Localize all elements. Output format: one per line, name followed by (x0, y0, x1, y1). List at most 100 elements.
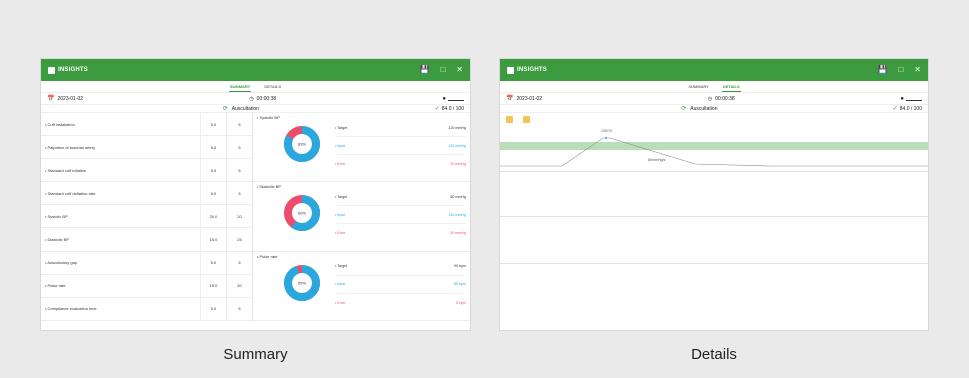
legend-input-value: 85 bpm (454, 282, 466, 287)
score-value: 84.0 / 100 (441, 105, 464, 112)
legend-error-label: • Error (335, 300, 346, 305)
grid-line (500, 171, 928, 172)
check-icon: ✓ (434, 106, 440, 112)
time-value: 00:00:38 (256, 95, 277, 102)
tab-details[interactable]: DETAILS (263, 82, 282, 91)
row-name: • Systolic BP (45, 213, 68, 219)
chart-block: • Diastolic BP 60% • Target 80 mmHg • Inp… (253, 182, 470, 252)
pressure-curve (500, 137, 928, 167)
app-logo-icon (48, 66, 55, 74)
table-row: • Auscultatory gap 5.0 5 (41, 251, 252, 275)
title-bar: INSIGHTS 💾 □ ✕ (500, 59, 928, 81)
user-selector[interactable]: ● (442, 96, 464, 102)
legend-error-value: 30 mmHg (450, 231, 466, 236)
clock-icon: ◷ (707, 95, 713, 102)
app-title-text: INSIGHTS (58, 67, 88, 73)
row-value: 5.0 (200, 159, 226, 182)
tab-summary[interactable]: SUMMARY (687, 82, 710, 91)
donut-percent: 95% (298, 280, 306, 285)
row-value: 5.0 (200, 113, 226, 136)
row-value: 19.0 (200, 274, 226, 297)
table-row: • Systolic BP 20.0 20 (41, 205, 252, 229)
table-row: • Palpation of brachial artery 5.0 5 (41, 136, 252, 160)
chart-block: • Systolic BP 83% • Target 120 mmHg • Inp… (253, 113, 470, 183)
details-caption: Details (691, 346, 737, 363)
row-name: • Standard cuff inflation (45, 167, 87, 173)
clock-icon: ◷ (249, 95, 254, 102)
table-row: • Standard cuff deflation rate 5.0 5 (41, 182, 252, 206)
close-icon[interactable]: ✕ (914, 66, 921, 74)
user-selector[interactable]: ● (900, 96, 922, 102)
tab-summary[interactable]: SUMMARY (228, 82, 252, 92)
donut-chart: 95% (284, 264, 320, 301)
refresh-icon: ⟳ (222, 106, 228, 112)
table-row: • Cuff installation 5.0 5 (41, 113, 252, 137)
row-name: • Standard cuff deflation rate (45, 190, 96, 196)
peak-label: 130/70 (601, 129, 612, 133)
user-name-field[interactable] (906, 97, 922, 101)
tab-bar: SUMMARY DETAILS (500, 81, 928, 92)
legend-error-label: • Error (335, 162, 346, 166)
title-bar: INSIGHTS 💾 □ ✕ (41, 59, 470, 81)
legend-target-label: • Target (335, 264, 348, 269)
curve-label: 80mmHg/s (648, 158, 666, 162)
chart-column: • Systolic BP 83% • Target 120 mmHg • Inp… (253, 113, 470, 321)
close-icon[interactable]: ✕ (456, 66, 463, 74)
chart-legend: • Target 120 mmHg • Input 120 mmHg • Error… (335, 119, 466, 173)
date-value: 2023-01-02 (516, 95, 543, 102)
chart-legend: • Target 80 mmHg • Input 110 mmHg • Error 3… (335, 188, 466, 242)
donut-percent: 60% (298, 211, 306, 216)
mode-row: ⟳ Auscultation ✓ 84.0 / 100 (41, 104, 470, 113)
tab-details[interactable]: DETAILS (721, 82, 741, 92)
legend-error-label: • Error (335, 231, 346, 236)
peak-point (605, 137, 607, 139)
score-table: • Cuff installation 5.0 5 • Palpation of b… (41, 113, 253, 321)
chart-block: • Pulse rate 95% • Target 90 bpm • Input 8… (253, 252, 470, 321)
row-name: • Auscultatory gap (45, 260, 78, 266)
row-name: • Pulse rate (45, 283, 66, 289)
chart-legend: • Target 90 bpm • Input 85 bpm • Error 5 bp… (335, 258, 466, 312)
event-markers (500, 113, 928, 126)
event-marker-icon[interactable] (523, 116, 530, 123)
row-value: 5.0 (200, 297, 226, 320)
summary-caption: Summary (223, 346, 288, 363)
row-max: 5 (226, 182, 252, 205)
details-window: INSIGHTS 💾 □ ✕ SUMMARY DETAILS 📅 2023-01… (499, 58, 929, 331)
legend-input-label: • Input (335, 212, 346, 217)
calendar-icon: 📅 (47, 96, 55, 102)
grid-line (500, 216, 928, 217)
summary-window: INSIGHTS 💾 □ ✕ SUMMARY DETAILS 📅 2023-01… (40, 58, 471, 331)
row-max: 25 (226, 228, 252, 251)
user-icon: ● (442, 95, 446, 102)
row-name: • Diastolic BP (45, 237, 70, 243)
row-max: 5 (226, 297, 252, 320)
save-icon[interactable]: 💾 (877, 66, 887, 74)
donut-chart: 83% (284, 126, 320, 162)
row-max: 5 (226, 159, 252, 182)
legend-input-label: • Input (335, 143, 346, 148)
table-row: • Standard cuff inflation 5.0 5 (41, 159, 252, 183)
legend-target-value: 80 mmHg (450, 194, 466, 199)
legend-target-label: • Target (335, 125, 348, 130)
legend-target-label: • Target (335, 194, 348, 199)
date-value: 2023-01-02 (57, 95, 84, 102)
save-icon[interactable]: 💾 (419, 66, 429, 74)
app-title: INSIGHTS (507, 66, 547, 74)
timeline-chart: 130/70 80mmHg/s (500, 126, 928, 326)
row-value: 20.0 (200, 205, 226, 228)
event-marker-icon[interactable] (506, 116, 513, 123)
row-name: • Compliance evaluation time (45, 306, 97, 312)
window-icon[interactable]: □ (440, 66, 445, 74)
app-logo-icon (507, 66, 514, 74)
legend-input-value: 120 mmHg (448, 143, 466, 148)
window-icon[interactable]: □ (898, 66, 903, 74)
donut-percent: 83% (298, 142, 306, 147)
pressure-line (500, 137, 928, 167)
user-name-field[interactable] (448, 97, 464, 101)
mode-label: Auscultation (231, 105, 259, 112)
mode-row: ⟳ Auscultation ✓ 84.0 / 100 (500, 104, 928, 113)
row-max: 5 (226, 136, 252, 159)
row-name: • Cuff installation (45, 121, 75, 127)
score-value: 84.0 / 100 (899, 105, 922, 112)
info-row: 📅 2023-01-02 ◷ 00:00:38 ● (41, 92, 470, 104)
